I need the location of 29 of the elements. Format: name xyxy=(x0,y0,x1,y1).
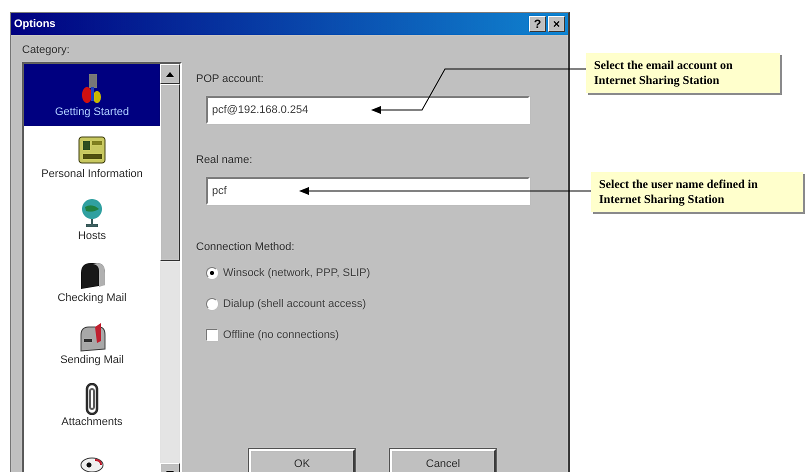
scroll-up-icon xyxy=(166,72,174,76)
option-label: Winsock (network, PPP, SLIP) xyxy=(223,267,370,279)
category-item[interactable]: Hosts xyxy=(24,188,160,250)
callout-note: Select the user name defined in Internet Sharing Station xyxy=(591,172,803,212)
category-item[interactable]: Personal Information xyxy=(24,126,160,188)
radio-button[interactable] xyxy=(206,298,218,310)
input-field[interactable]: pcf xyxy=(206,177,530,205)
category-item[interactable]: Sending Mail xyxy=(24,312,160,374)
input-field[interactable]: pcf@192.168.0.254 xyxy=(206,96,530,124)
option-label: Offline (no connections) xyxy=(223,329,339,341)
category-item[interactable]: Checking Mail xyxy=(24,250,160,312)
dialog-button[interactable]: Cancel xyxy=(390,449,496,472)
scroll-thumb[interactable] xyxy=(160,84,180,261)
radio-button[interactable] xyxy=(206,267,218,279)
option-label: Dialup (shell account access) xyxy=(223,298,366,310)
close-button[interactable]: × xyxy=(548,16,565,32)
callout-note: Select the email account on Internet Sharing Station xyxy=(586,53,780,93)
category-item[interactable]: Attachments xyxy=(24,374,160,436)
id-card-icon xyxy=(77,134,107,166)
category-label: Category: xyxy=(22,44,71,56)
checkbox[interactable] xyxy=(206,329,218,341)
field-label: POP account: xyxy=(196,73,265,85)
scrollbar[interactable] xyxy=(160,64,180,472)
help-button[interactable]: ? xyxy=(529,16,546,32)
window-title: Options xyxy=(14,18,56,30)
section-label: Connection Method: xyxy=(196,241,296,253)
category-item[interactable]: Getting Started xyxy=(24,64,160,126)
field-label: Real name: xyxy=(196,154,254,166)
dialog-button[interactable]: OK xyxy=(249,449,355,472)
